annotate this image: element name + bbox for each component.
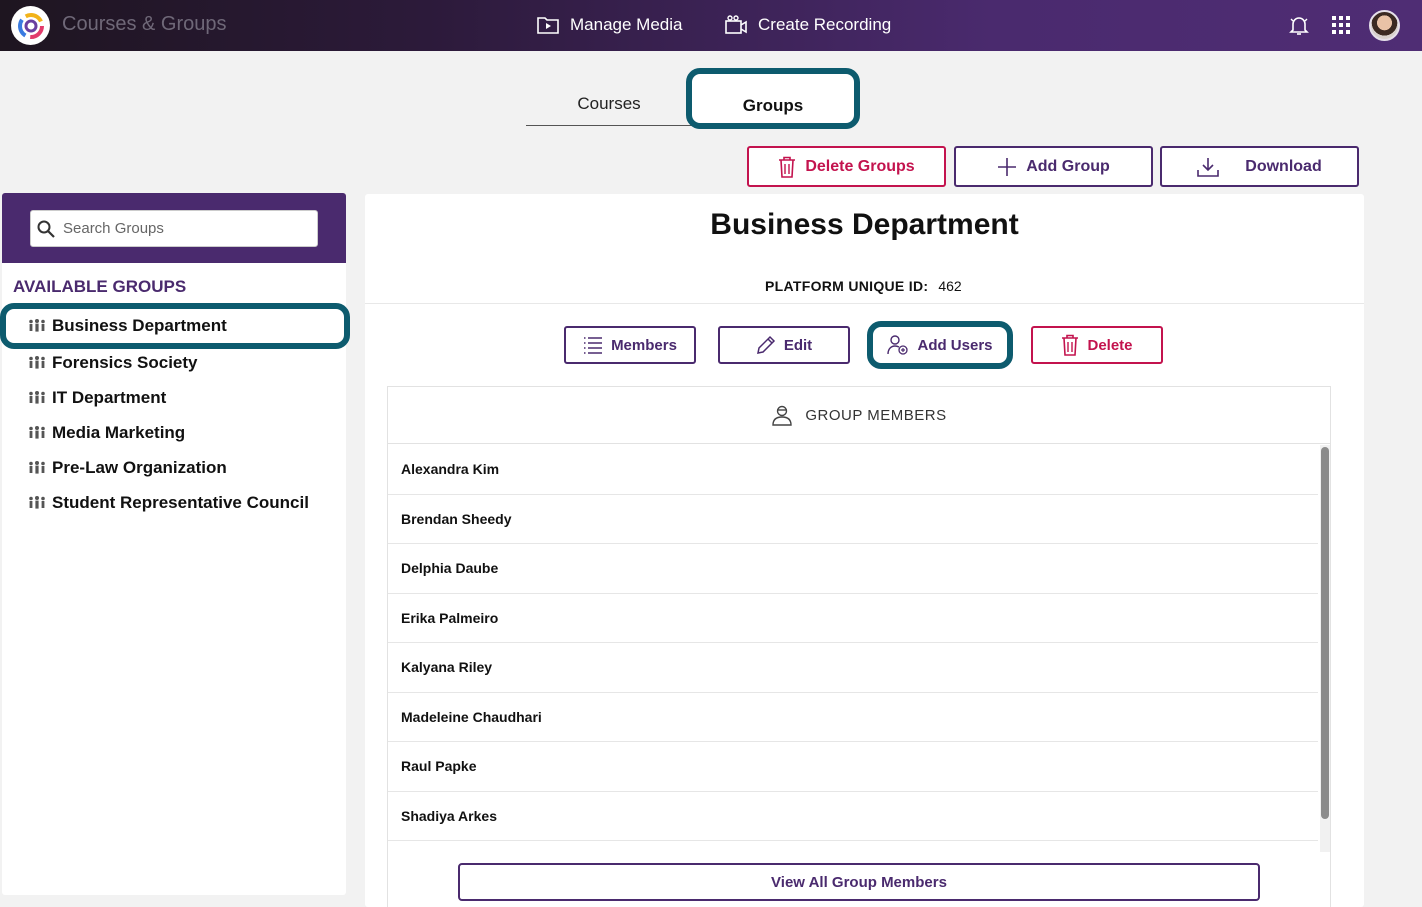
member-icon <box>772 405 793 426</box>
group-people-icon <box>29 426 45 439</box>
search-groups-input[interactable] <box>63 220 303 237</box>
platform-id: PLATFORM UNIQUE ID: 462 <box>765 278 962 294</box>
group-members-list: GROUP MEMBERS Alexandra Kim Brendan Shee… <box>387 386 1331 907</box>
sidebar-item-student-representative-council[interactable]: Student Representative Council <box>28 493 309 513</box>
delete-label: Delete <box>1087 336 1133 354</box>
available-groups-heading: AVAILABLE GROUPS <box>13 277 187 296</box>
search-icon <box>37 220 55 238</box>
list-icon <box>584 337 603 354</box>
sidebar-item-it-department[interactable]: IT Department <box>28 388 166 408</box>
member-row[interactable]: Delphia Daube <box>388 544 1318 594</box>
group-label: Business Department <box>52 316 227 335</box>
group-members-header: GROUP MEMBERS <box>388 387 1330 444</box>
download-button[interactable]: Download <box>1160 146 1359 187</box>
group-people-icon <box>29 319 45 332</box>
groups-sidebar: AVAILABLE GROUPS Business Department For… <box>0 193 350 895</box>
members-button[interactable]: Members <box>564 326 696 364</box>
group-people-icon <box>29 461 45 474</box>
group-members-title: GROUP MEMBERS <box>805 406 947 424</box>
manage-media-link[interactable]: Manage Media <box>536 14 682 36</box>
member-row[interactable]: Madeleine Chaudhari <box>388 693 1318 742</box>
platform-id-label: PLATFORM UNIQUE ID: <box>765 278 929 294</box>
scrollbar-thumb[interactable] <box>1321 447 1329 819</box>
member-row[interactable]: Brendan Sheedy <box>388 495 1318 544</box>
member-row[interactable]: Kalyana Riley <box>388 643 1318 693</box>
members-scrollbar[interactable] <box>1320 445 1330 852</box>
member-row[interactable]: Raul Papke <box>388 742 1318 792</box>
group-label: Student Representative Council <box>52 493 309 512</box>
delete-group-button[interactable]: Delete <box>1031 326 1163 364</box>
recording-icon <box>725 15 747 34</box>
download-label: Download <box>1245 157 1322 175</box>
group-label: Forensics Society <box>52 353 198 372</box>
delete-groups-label: Delete Groups <box>805 157 915 175</box>
download-icon <box>1197 157 1220 177</box>
members-label: Members <box>611 336 677 354</box>
trash-icon <box>1062 334 1079 356</box>
add-group-label: Add Group <box>1026 157 1110 175</box>
edit-button[interactable]: Edit <box>718 326 850 364</box>
member-row[interactable]: Shadiya Arkes <box>388 792 1318 841</box>
app-title: Courses & Groups <box>62 13 227 35</box>
notifications-bell-icon[interactable] <box>1286 12 1312 38</box>
create-recording-label: Create Recording <box>758 15 892 34</box>
create-recording-link[interactable]: Create Recording <box>724 14 891 36</box>
apps-grid-icon[interactable] <box>1328 12 1354 38</box>
logo-icon <box>17 12 44 39</box>
divider <box>365 303 1364 304</box>
group-label: IT Department <box>52 388 167 407</box>
tab-courses[interactable]: Courses <box>526 94 692 126</box>
trash-icon <box>779 156 796 178</box>
group-detail-panel: Business Department PLATFORM UNIQUE ID: 4… <box>365 194 1364 907</box>
group-people-icon <box>29 496 45 509</box>
plus-icon <box>998 157 1017 176</box>
tab-groups[interactable]: Groups <box>686 68 860 129</box>
pencil-icon <box>756 335 775 354</box>
edit-label: Edit <box>783 336 813 354</box>
add-users-label: Add Users <box>917 336 993 354</box>
sidebar-item-media-marketing[interactable]: Media Marketing <box>28 423 185 443</box>
sidebar-item-pre-law-organization[interactable]: Pre-Law Organization <box>28 458 227 478</box>
group-label: Media Marketing <box>52 423 186 442</box>
add-user-icon <box>887 335 909 355</box>
top-bar: Courses & Groups Manage Media Create Rec… <box>0 0 1422 51</box>
page-title: Business Department <box>710 208 1019 241</box>
delete-groups-button[interactable]: Delete Groups <box>747 146 946 187</box>
sidebar-item-business-department[interactable]: Business Department <box>0 303 350 349</box>
sidebar-search-header <box>2 193 346 263</box>
group-people-icon <box>29 391 45 404</box>
search-box[interactable] <box>30 210 318 247</box>
add-users-button[interactable]: Add Users <box>867 321 1013 369</box>
view-all-members-button[interactable]: View All Group Members <box>458 863 1260 901</box>
user-avatar[interactable] <box>1369 10 1400 41</box>
manage-media-label: Manage Media <box>570 15 683 34</box>
group-people-icon <box>29 356 45 369</box>
group-label: Pre-Law Organization <box>52 458 227 477</box>
add-group-button[interactable]: Add Group <box>954 146 1153 187</box>
platform-id-value: 462 <box>938 278 962 294</box>
media-icon <box>537 17 559 34</box>
member-row[interactable]: Alexandra Kim <box>388 445 1318 495</box>
member-row[interactable]: Erika Palmeiro <box>388 594 1318 643</box>
sidebar-item-forensics-society[interactable]: Forensics Society <box>28 353 198 373</box>
app-logo[interactable] <box>11 6 50 45</box>
